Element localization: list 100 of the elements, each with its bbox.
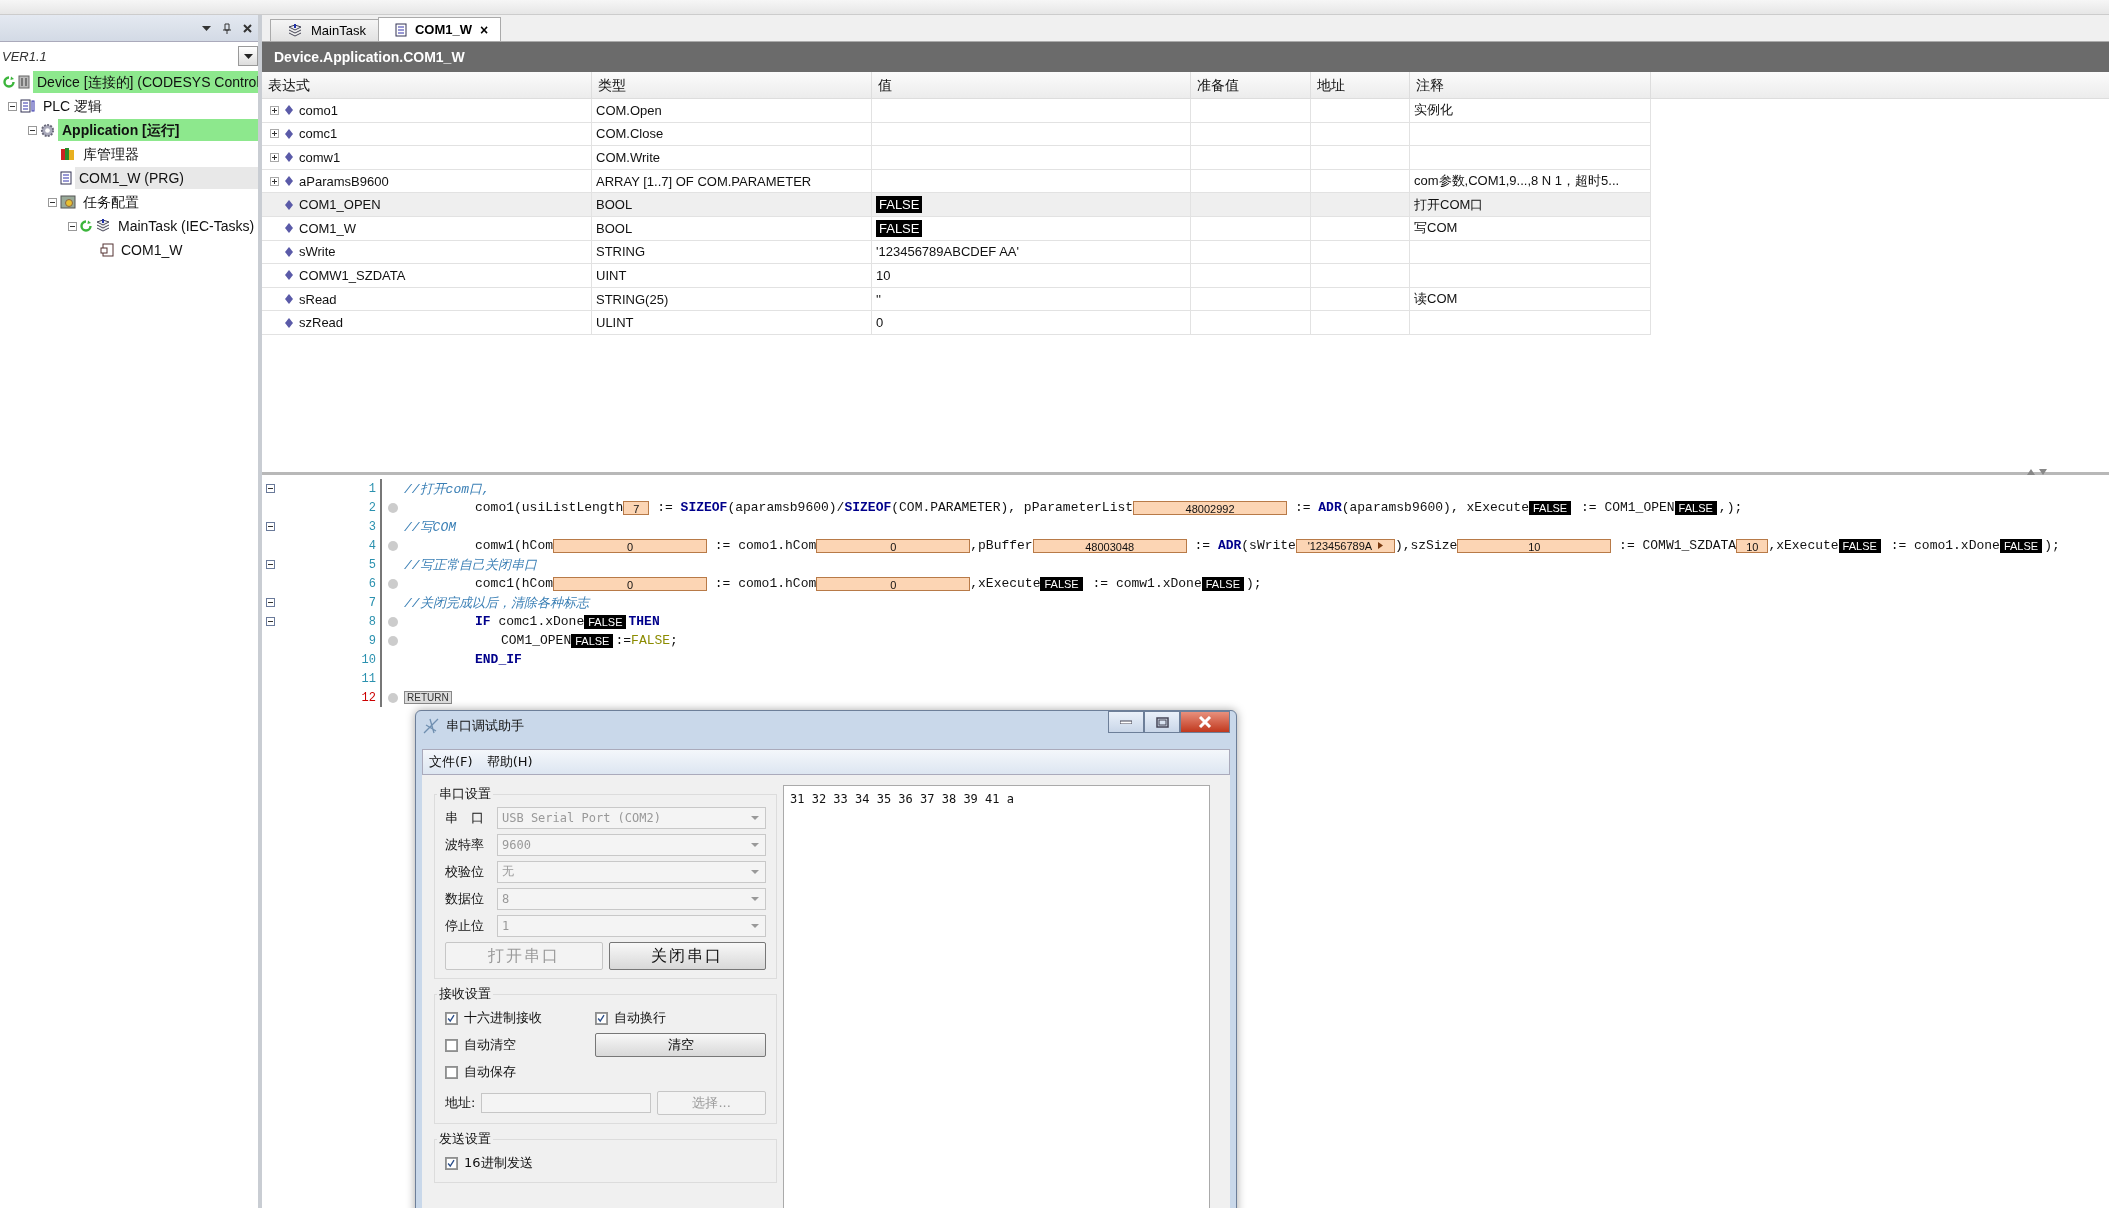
maximize-button[interactable]	[1144, 711, 1180, 733]
device-icon	[18, 75, 30, 89]
document-icon	[20, 99, 36, 113]
breakpoint-marker[interactable]	[388, 616, 398, 627]
checkbox-label[interactable]: 自动换行	[614, 1009, 666, 1027]
value-text: FALSE	[876, 219, 923, 237]
minimize-button[interactable]	[1108, 711, 1144, 733]
collapse-icon[interactable]	[266, 560, 275, 569]
code-text: :=	[656, 500, 674, 515]
code-comment: //关闭完成以后，清除各种标志	[404, 594, 589, 612]
code-text: comw1(hCom	[475, 538, 553, 553]
checkbox-label[interactable]: 十六进制接收	[464, 1009, 542, 1027]
online-value: 48002992	[1133, 500, 1288, 515]
running-icon	[80, 220, 92, 232]
collapse-icon[interactable]	[68, 221, 77, 231]
editor-tab[interactable]: COM1_W ×	[377, 17, 502, 41]
code-text: (aparamsb9600), xExecute	[1341, 500, 1529, 515]
bool-value: FALSE	[1999, 538, 2043, 553]
value-text: 10	[876, 267, 891, 283]
variable-icon	[285, 128, 293, 139]
dropdown-arrow-icon	[751, 815, 759, 820]
tree-item[interactable]: Application [运行]	[58, 119, 258, 141]
port-button[interactable]: 关闭串口	[608, 942, 766, 970]
code-keyword: ADR	[1217, 538, 1242, 553]
variable-icon	[285, 294, 293, 305]
editor-tab[interactable]: MainTask	[270, 19, 379, 41]
checkbox[interactable]	[445, 1011, 458, 1025]
collapse-icon[interactable]	[266, 484, 275, 493]
menu-item[interactable]: 帮助(H)	[486, 753, 533, 771]
tree-item[interactable]: MainTask (IEC-Tasks)	[114, 215, 258, 237]
column-header[interactable]: 地址	[1311, 72, 1410, 98]
breakpoint-marker[interactable]	[388, 692, 398, 703]
variable-name: sRead	[299, 291, 337, 307]
column-header[interactable]: 值	[872, 72, 1191, 98]
dropdown-arrow-icon[interactable]	[202, 25, 211, 31]
column-header[interactable]: 注释	[1410, 72, 1651, 98]
collapse-icon[interactable]	[28, 125, 37, 135]
column-header[interactable]: 类型	[592, 72, 872, 98]
variable-name: COM1_W	[299, 220, 357, 236]
checkbox[interactable]	[445, 1156, 458, 1170]
tree-item[interactable]: 任务配置	[79, 191, 258, 213]
gear-icon	[40, 122, 55, 138]
expand-icon[interactable]	[270, 105, 279, 115]
document-icon	[394, 22, 407, 37]
breakpoint-marker[interactable]	[388, 502, 398, 513]
code-text: (sWrite	[1241, 538, 1296, 553]
collapse-icon[interactable]	[266, 598, 275, 607]
splitter-arrows-icon[interactable]	[2027, 469, 2049, 475]
code-text: := comw1.xDone	[1091, 576, 1202, 591]
code-text: );	[1246, 576, 1262, 591]
collapse-icon[interactable]	[48, 197, 57, 207]
variable-icon	[285, 176, 293, 187]
expand-icon[interactable]	[270, 153, 279, 162]
field-label: 数据位	[445, 889, 485, 908]
breakpoint-marker[interactable]	[388, 578, 398, 589]
checkbox-label[interactable]: 16进制发送	[464, 1154, 533, 1172]
tree-item[interactable]: 库管理器	[79, 143, 258, 165]
variable-icon	[285, 246, 293, 257]
address-field[interactable]	[481, 1093, 652, 1113]
tree-item[interactable]: PLC 逻辑	[39, 95, 258, 117]
expand-icon[interactable]	[270, 176, 279, 186]
breakpoint-marker[interactable]	[388, 635, 398, 646]
checkbox-label[interactable]: 自动清空	[464, 1036, 516, 1054]
dropdown-arrow-icon	[751, 896, 759, 901]
line-number: 1	[367, 481, 377, 496]
code-keyword: SIZEOF	[844, 500, 892, 515]
checkbox[interactable]	[595, 1011, 608, 1025]
dropdown-button[interactable]	[238, 46, 258, 66]
checkbox[interactable]	[445, 1038, 458, 1052]
code-comment: //打开com口,	[404, 480, 490, 498]
code-text: :=	[1293, 500, 1312, 515]
close-icon[interactable]: ×	[480, 21, 489, 38]
checkbox[interactable]	[445, 1065, 458, 1079]
clear-button[interactable]: 清空	[595, 1033, 766, 1057]
collapse-icon[interactable]	[8, 101, 17, 111]
document-icon	[60, 171, 72, 185]
column-header[interactable]: 准备值	[1191, 72, 1311, 98]
column-header[interactable]: 表达式	[262, 72, 592, 98]
app-icon	[422, 717, 440, 735]
close-button[interactable]	[1180, 711, 1230, 733]
minimize-icon	[1120, 720, 1132, 724]
code-text: :=	[1193, 538, 1212, 553]
code-text: := como1.hCom	[713, 538, 817, 553]
table-cell: UINT	[592, 264, 872, 288]
pin-icon[interactable]	[223, 22, 231, 34]
expand-icon[interactable]	[270, 129, 279, 139]
tree-item[interactable]: COM1_W	[117, 239, 258, 261]
receive-text-area[interactable]: 31 32 33 34 35 36 37 38 39 41 a	[783, 785, 1210, 1208]
collapse-icon[interactable]	[266, 617, 275, 626]
breakpoint-marker[interactable]	[388, 540, 398, 551]
tree-item[interactable]: Device [连接的] (CODESYS Control	[33, 71, 258, 93]
checkbox-label[interactable]: 自动保存	[464, 1063, 516, 1081]
code-text: comc1.xDone	[497, 614, 585, 629]
menu-item[interactable]: 文件(F)	[429, 753, 473, 771]
variable-name: comw1	[299, 150, 341, 165]
collapse-icon[interactable]	[266, 522, 275, 531]
close-icon[interactable]	[243, 23, 252, 33]
tree-item[interactable]: COM1_W (PRG)	[75, 167, 258, 189]
code-text: := como1.hCom	[713, 576, 817, 591]
variable-name: comc1	[299, 126, 338, 142]
